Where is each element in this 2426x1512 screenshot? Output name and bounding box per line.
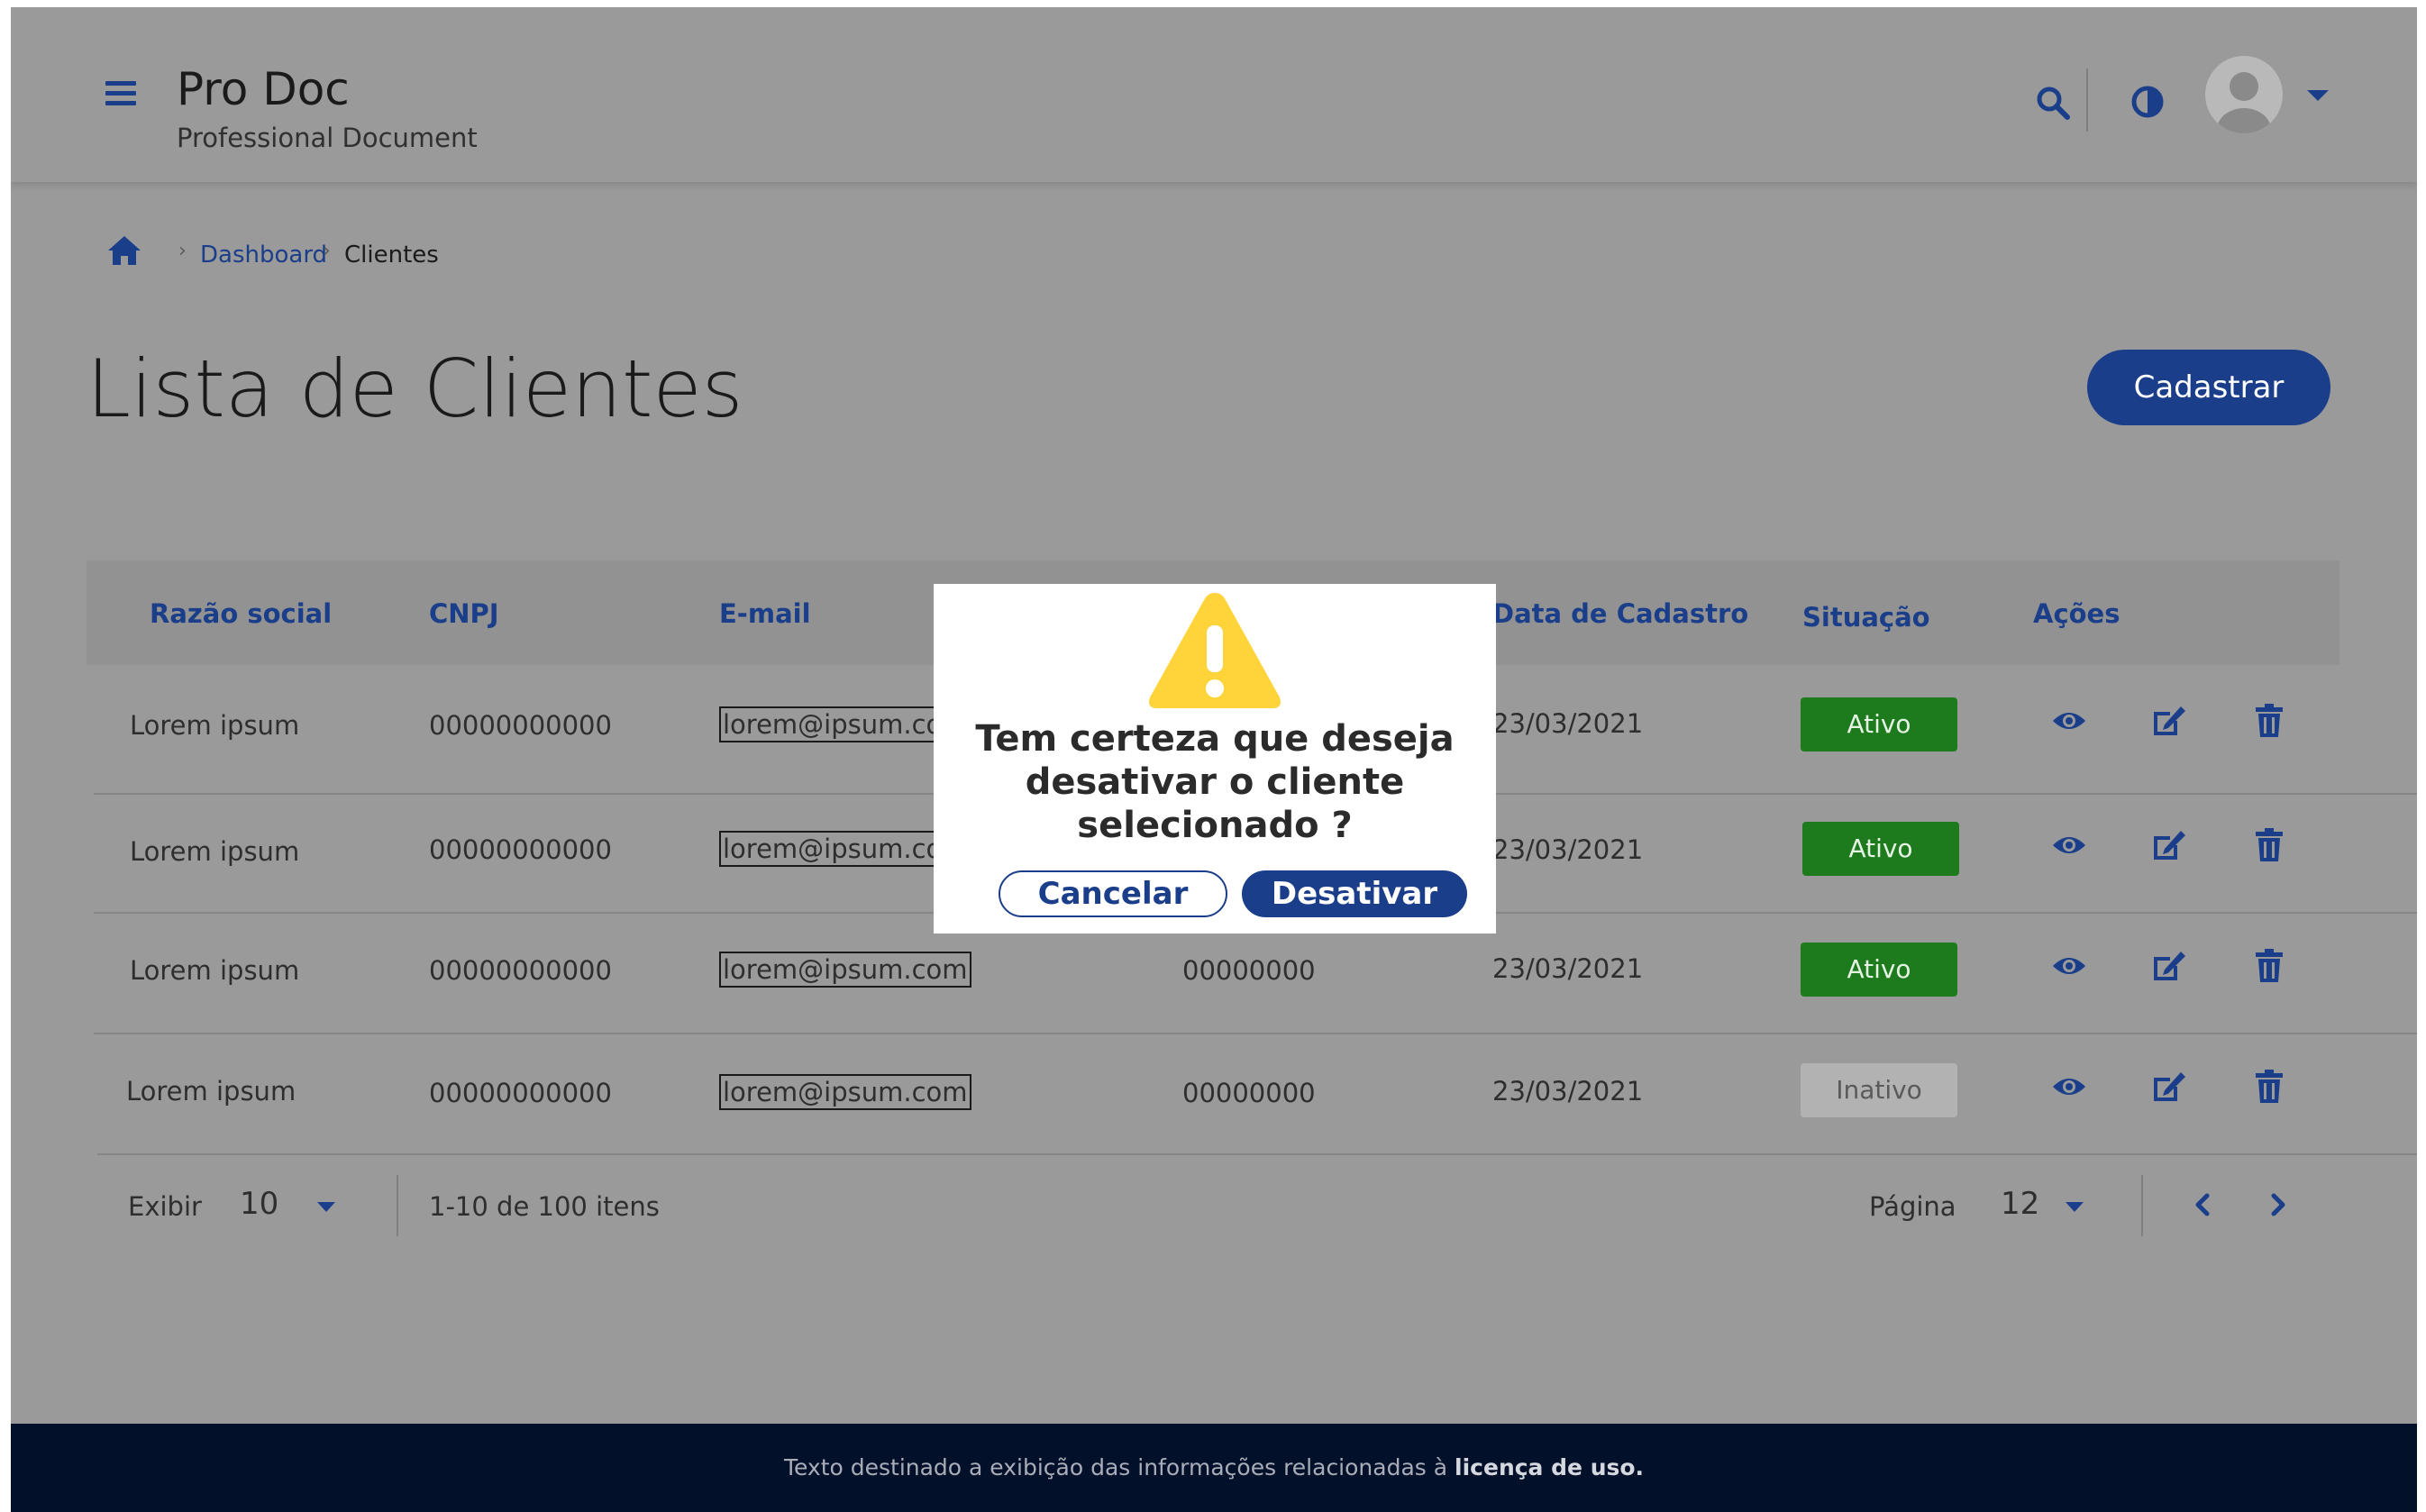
edit-icon[interactable]	[2150, 703, 2186, 739]
avatar[interactable]	[2205, 56, 2283, 133]
chevron-right-icon[interactable]	[2264, 1191, 2291, 1218]
cell-data-cadastro: 23/03/2021	[1492, 953, 1644, 984]
cell-razao-social: Lorem ipsum	[126, 1076, 296, 1107]
search-icon[interactable]	[2035, 85, 2071, 121]
header-divider	[2086, 68, 2088, 132]
eye-icon[interactable]	[2051, 1069, 2087, 1105]
pagination-divider	[397, 1175, 398, 1236]
app-subtitle: Professional Document	[177, 123, 478, 153]
status-badge: Ativo	[1802, 822, 1959, 876]
chevron-down-icon[interactable]	[317, 1202, 335, 1212]
app-header: Pro Doc Professional Document	[11, 7, 2417, 182]
cell-data-cadastro: 23/03/2021	[1492, 834, 1644, 865]
footer-license-link[interactable]: licença de uso.	[1455, 1454, 1644, 1480]
trash-icon[interactable]	[2251, 827, 2287, 863]
column-header-cnpj[interactable]: CNPJ	[429, 598, 499, 629]
column-header-acoes: Ações	[2033, 598, 2120, 629]
cell-data-cadastro: 23/03/2021	[1492, 708, 1644, 739]
cell-cnpj: 00000000000	[429, 955, 612, 986]
status-badge: Ativo	[1801, 943, 1957, 997]
edit-icon[interactable]	[2150, 827, 2186, 863]
status-badge: Ativo	[1801, 697, 1957, 751]
cell-telefone: 00000000	[1182, 1078, 1316, 1108]
chevron-down-icon[interactable]	[2307, 90, 2329, 101]
contrast-icon[interactable]	[2130, 85, 2165, 119]
page-size-label: Exibir	[128, 1191, 202, 1222]
eye-icon[interactable]	[2051, 948, 2087, 984]
status-badge: Inativo	[1801, 1063, 1957, 1117]
eye-icon[interactable]	[2051, 703, 2087, 739]
cell-razao-social: Lorem ipsum	[130, 710, 300, 741]
breadcrumb-separator: ›	[323, 240, 331, 262]
dialog-message: Tem certeza que deseja desativar o clien…	[975, 718, 1455, 846]
column-header-situacao[interactable]: Situação	[1802, 602, 1930, 633]
table-row: Lorem ipsum 00000000000 lorem@ipsum.com …	[87, 1034, 2417, 1153]
cancel-button[interactable]: Cancelar	[999, 870, 1227, 917]
trash-icon[interactable]	[2251, 703, 2287, 739]
eye-icon[interactable]	[2051, 827, 2087, 863]
cell-cnpj: 00000000000	[429, 710, 612, 741]
chevron-down-icon[interactable]	[2066, 1202, 2084, 1212]
cell-razao-social: Lorem ipsum	[130, 955, 300, 986]
add-client-button[interactable]: Cadastrar	[2087, 350, 2330, 425]
breadcrumb-dashboard[interactable]: Dashboard	[200, 241, 327, 269]
column-header-email[interactable]: E-mail	[719, 598, 811, 629]
home-icon[interactable]	[106, 234, 142, 267]
trash-icon[interactable]	[2251, 1069, 2287, 1105]
confirm-deactivate-dialog: Tem certeza que deseja desativar o clien…	[934, 584, 1496, 934]
page-select[interactable]: 12	[2001, 1186, 2039, 1222]
footer: Texto destinado a exibição das informaçõ…	[11, 1424, 2417, 1512]
cell-cnpj: 00000000000	[429, 1078, 612, 1108]
trash-icon[interactable]	[2251, 948, 2287, 984]
pagination-divider	[2141, 1175, 2143, 1236]
breadcrumb-clientes: Clientes	[344, 241, 439, 269]
chevron-left-icon[interactable]	[2190, 1191, 2217, 1218]
page-label: Página	[1869, 1191, 1956, 1222]
edit-icon[interactable]	[2150, 1069, 2186, 1105]
cell-razao-social: Lorem ipsum	[130, 836, 300, 867]
items-range: 1-10 de 100 itens	[429, 1191, 660, 1222]
menu-icon[interactable]	[105, 81, 136, 106]
app-title: Pro Doc	[177, 63, 350, 115]
column-header-razao-social[interactable]: Razão social	[150, 598, 332, 629]
cell-cnpj: 00000000000	[429, 834, 612, 865]
warning-icon	[1149, 593, 1281, 708]
column-header-data-cadastro[interactable]: Data de Cadastro	[1492, 598, 1748, 629]
cell-email[interactable]: lorem@ipsum.com	[719, 1074, 971, 1110]
breadcrumb-separator: ›	[178, 240, 187, 262]
deactivate-button[interactable]: Desativar	[1242, 870, 1467, 917]
page-size-select[interactable]: 10	[240, 1186, 278, 1222]
page-title: Lista de Clientes	[87, 342, 743, 435]
cell-email[interactable]: lorem@ipsum.com	[719, 952, 971, 988]
footer-text: Texto destinado a exibição das informaçõ…	[11, 1454, 2417, 1480]
footer-license-text: Texto destinado a exibição das informaçõ…	[783, 1454, 1448, 1480]
row-divider	[97, 1153, 2417, 1155]
edit-icon[interactable]	[2150, 948, 2186, 984]
cell-telefone: 00000000	[1182, 955, 1316, 986]
cell-data-cadastro: 23/03/2021	[1492, 1076, 1644, 1107]
